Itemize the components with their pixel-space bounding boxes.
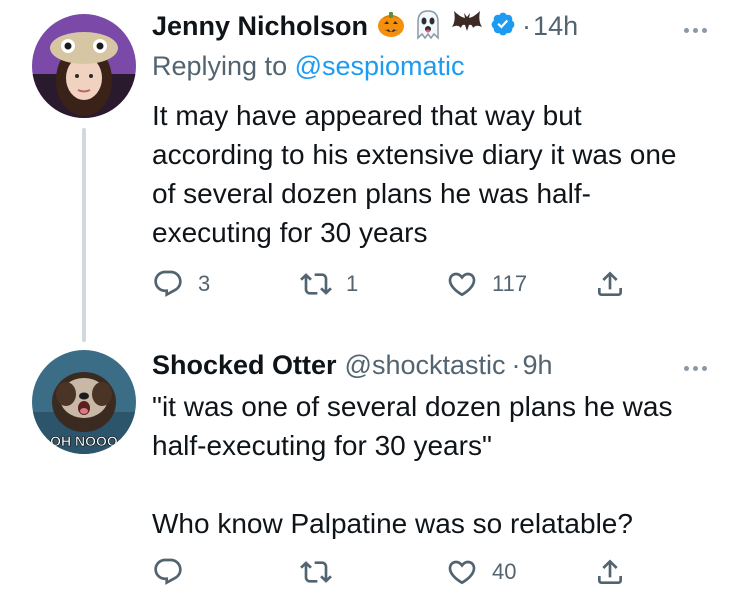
tweet2-share-button[interactable] xyxy=(594,556,626,588)
thread-connector-line xyxy=(82,128,86,342)
tweet2-timestamp[interactable]: 9h xyxy=(523,350,553,381)
reply-icon xyxy=(154,270,182,297)
avatar-shocked-otter[interactable]: OH NOOO xyxy=(32,350,136,454)
ghost-icon xyxy=(412,8,444,45)
avatar-caption-text: OH NOOO xyxy=(50,433,118,449)
tweet2-retweet-button[interactable] xyxy=(300,556,346,588)
tweet1-display-name[interactable]: Jenny Nicholson xyxy=(152,11,368,42)
tweet2-like-count: 40 xyxy=(492,559,517,584)
tweet2-display-name[interactable]: Shocked Otter xyxy=(152,350,337,381)
more-dot-icon xyxy=(693,366,698,371)
replying-to-label: Replying to xyxy=(152,51,295,81)
pumpkin-icon xyxy=(376,9,406,44)
tweet1-like-count: 117 xyxy=(492,271,528,296)
tweet1-reply-count: 3 xyxy=(198,271,211,296)
tweet1-replying-to: Replying to @sespiomatic xyxy=(152,51,465,82)
tweet1-retweet-button[interactable]: 1 xyxy=(300,268,358,300)
tweet1-reply-button[interactable]: 3 xyxy=(152,268,210,300)
reply-icon xyxy=(154,558,182,585)
tweet1-dot-separator: · xyxy=(522,10,532,41)
bat-icon xyxy=(450,9,484,44)
tweet2-header: Shocked Otter @shocktastic · 9h xyxy=(152,347,553,383)
tweet1-share-button[interactable] xyxy=(594,268,626,300)
tweet2-dot-separator: · xyxy=(511,349,521,380)
tweet1-more-options-button[interactable] xyxy=(684,28,707,33)
tweet2-handle[interactable]: @shocktastic xyxy=(345,350,506,381)
tweet1-timestamp[interactable]: 14h xyxy=(533,11,578,42)
avatar-jenny-nicholson[interactable] xyxy=(32,14,136,118)
more-dot-icon xyxy=(684,28,689,33)
tweet2-more-options-button[interactable] xyxy=(684,366,707,371)
more-dot-icon xyxy=(702,28,707,33)
replying-to-mention-link[interactable]: @sespiomatic xyxy=(295,51,465,81)
tweet2-text: "it was one of several dozen plans he wa… xyxy=(152,391,673,539)
more-dot-icon xyxy=(702,366,707,371)
retweet-icon xyxy=(300,273,332,295)
share-icon xyxy=(598,271,622,296)
share-icon xyxy=(598,559,622,584)
heart-icon xyxy=(448,272,476,297)
tweet1-header: Jenny Nicholson · 14h xyxy=(152,8,578,44)
retweet-icon xyxy=(300,561,332,583)
tweet1-retweet-count: 1 xyxy=(346,271,359,296)
verified-badge-icon xyxy=(490,11,516,42)
tweet2-reply-button[interactable] xyxy=(152,556,198,588)
more-dot-icon xyxy=(693,28,698,33)
tweet1-text: It may have appeared that way but accord… xyxy=(152,100,677,248)
heart-icon xyxy=(448,560,476,585)
more-dot-icon xyxy=(684,366,689,371)
tweet1-like-button[interactable]: 117 xyxy=(446,268,527,300)
tweet2-like-button[interactable]: 40 xyxy=(446,556,516,588)
